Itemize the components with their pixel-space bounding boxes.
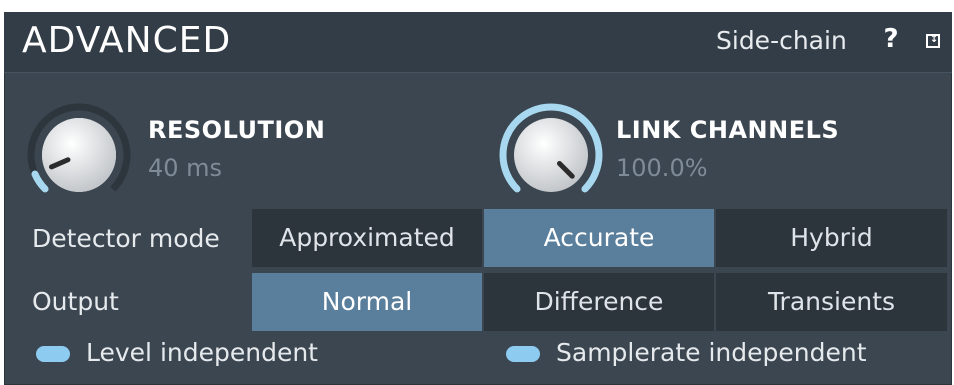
resolution-knob[interactable]	[24, 100, 134, 210]
level-independent-toggle[interactable]	[36, 346, 70, 362]
resolution-label: RESOLUTION	[148, 116, 326, 144]
panel-header: ADVANCED Side-chain ? ↕	[4, 12, 952, 73]
output-transients[interactable]: Transients	[716, 273, 947, 331]
output-normal[interactable]: Normal	[252, 273, 482, 331]
link-channels-knob[interactable]	[496, 100, 606, 210]
output-difference[interactable]: Difference	[484, 273, 714, 331]
samplerate-independent-label: Samplerate independent	[556, 338, 867, 367]
panel-title: ADVANCED	[22, 20, 232, 61]
link-channels-label: LINK CHANNELS	[616, 116, 840, 144]
resolution-value: 40 ms	[148, 154, 223, 182]
samplerate-independent-toggle[interactable]	[506, 346, 540, 362]
detector-mode-approximated[interactable]: Approximated	[252, 209, 482, 267]
detector-mode-accurate[interactable]: Accurate	[484, 209, 714, 267]
advanced-panel: ADVANCED Side-chain ? ↕ RESOLUTION 40 ms	[4, 12, 952, 385]
expand-icon[interactable]: ↕	[926, 34, 940, 48]
link-channels-value: 100.0%	[616, 154, 708, 182]
detector-mode-hybrid[interactable]: Hybrid	[716, 209, 947, 267]
side-chain-button[interactable]: Side-chain	[716, 26, 847, 55]
detector-mode-label: Detector mode	[32, 224, 220, 253]
help-button[interactable]: ?	[878, 24, 904, 56]
level-independent-label: Level independent	[86, 338, 318, 367]
output-label: Output	[32, 287, 119, 316]
